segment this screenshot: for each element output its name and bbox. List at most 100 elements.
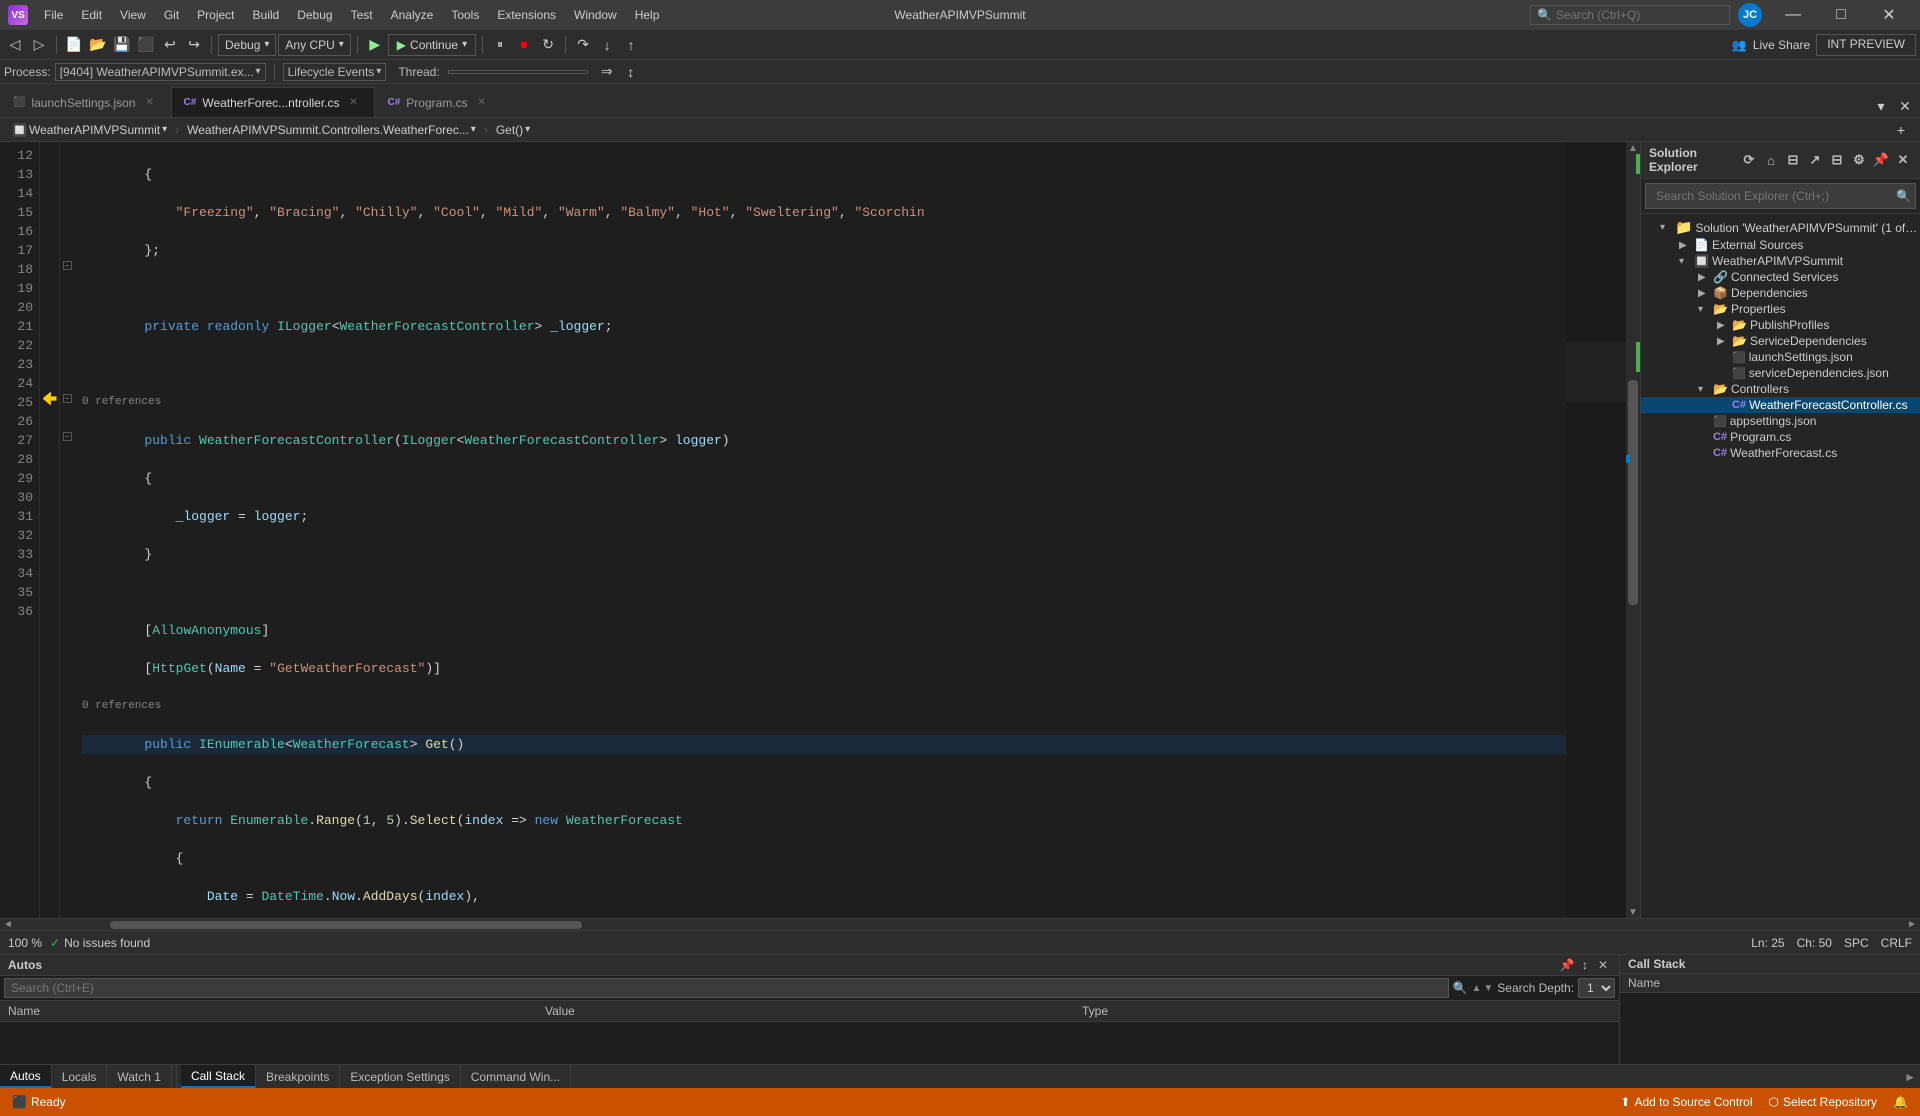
h-scroll-thumb[interactable]: [110, 921, 582, 929]
new-file-button[interactable]: 📄: [63, 34, 85, 56]
scroll-down-button[interactable]: ▼: [1626, 906, 1640, 918]
menu-extensions[interactable]: Extensions: [489, 4, 564, 26]
tab-overflow-button[interactable]: ▾: [1870, 95, 1892, 117]
tree-service-dependencies-json[interactable]: ⬛ serviceDependencies.json: [1641, 365, 1920, 381]
expand-button[interactable]: +: [1890, 119, 1912, 141]
ready-status[interactable]: ⬛ Ready: [8, 1095, 70, 1109]
depth-dropdown[interactable]: 123: [1578, 978, 1615, 998]
se-search-input[interactable]: [1650, 186, 1896, 206]
open-file-button[interactable]: 📂: [87, 34, 109, 56]
tree-external-sources[interactable]: ▶ 📄 External Sources: [1641, 237, 1920, 253]
tab-close-program[interactable]: ✕: [474, 95, 490, 111]
tree-weather-forecast-cs[interactable]: C# WeatherForecast.cs: [1641, 445, 1920, 461]
tab-program[interactable]: C# Program.cs ✕: [375, 87, 503, 117]
debug-config-dropdown[interactable]: Debug ▾: [218, 34, 276, 56]
se-pin-button[interactable]: 📌: [1872, 151, 1890, 169]
se-preview-button[interactable]: ↗: [1806, 151, 1824, 169]
menu-debug[interactable]: Debug: [289, 4, 340, 26]
save-button[interactable]: 💾: [111, 34, 133, 56]
collapse-18[interactable]: −: [60, 256, 74, 275]
tree-appsettings[interactable]: ⬛ appsettings.json: [1641, 413, 1920, 429]
menu-test[interactable]: Test: [343, 4, 381, 26]
collapse-25[interactable]: −: [60, 389, 74, 408]
tree-solution[interactable]: ▾ 📁 Solution 'WeatherAPIMVPSummit' (1 of…: [1641, 218, 1920, 237]
autos-pin-button[interactable]: 📌: [1559, 957, 1575, 973]
tree-dependencies[interactable]: ▶ 📦 Dependencies: [1641, 285, 1920, 301]
menu-analyze[interactable]: Analyze: [383, 4, 442, 26]
select-repo-button[interactable]: ⬡ Select Repository: [1765, 1095, 1882, 1109]
scroll-left-button[interactable]: ◄: [0, 919, 16, 931]
step-into-button[interactable]: ↓: [596, 34, 618, 56]
source-control-button[interactable]: ⬆ Add to Source Control: [1616, 1095, 1756, 1109]
zoom-level[interactable]: 100 %: [8, 936, 42, 950]
tree-project[interactable]: ▾ 🔲 WeatherAPIMVPSummit: [1641, 253, 1920, 269]
horizontal-scrollbar[interactable]: ◄ ►: [0, 918, 1920, 930]
tab-close-all-button[interactable]: ✕: [1894, 95, 1916, 117]
project-dropdown[interactable]: 🔲 WeatherAPIMVPSummit ▾: [8, 122, 171, 138]
undo-button[interactable]: ↩: [159, 34, 181, 56]
scroll-up-button[interactable]: ▲: [1626, 142, 1640, 154]
menu-file[interactable]: File: [36, 4, 71, 26]
scroll-thumb[interactable]: [1628, 380, 1638, 606]
user-avatar[interactable]: JC: [1738, 3, 1762, 27]
title-search[interactable]: 🔍: [1530, 5, 1730, 25]
autos-close-button[interactable]: ✕: [1595, 957, 1611, 973]
int-preview-button[interactable]: INT PREVIEW: [1816, 34, 1916, 56]
lifecycle-events-dropdown[interactable]: Lifecycle Events ▾: [283, 63, 387, 81]
tree-program-cs[interactable]: C# Program.cs: [1641, 429, 1920, 445]
process-dropdown[interactable]: [9404] WeatherAPIMVPSummit.ex... ▾: [55, 63, 266, 81]
se-sync-button[interactable]: ⟳: [1740, 151, 1758, 169]
method-dropdown[interactable]: Get() ▾: [492, 122, 534, 138]
autos-search-input[interactable]: [4, 978, 1449, 998]
tab-breakpoints[interactable]: Breakpoints: [256, 1065, 340, 1088]
up-arrow-button[interactable]: ▲: [1471, 983, 1481, 994]
tab-launch-settings[interactable]: ⬛ launchSettings.json ✕: [0, 87, 171, 117]
cpu-dropdown[interactable]: Any CPU ▾: [278, 34, 350, 56]
tab-call-stack[interactable]: Call Stack: [181, 1065, 256, 1088]
debug-step-btn2[interactable]: ↕: [620, 61, 642, 83]
tab-scroll-right[interactable]: ►: [1900, 1070, 1920, 1084]
namespace-dropdown[interactable]: WeatherAPIMVPSummit.Controllers.WeatherF…: [183, 122, 480, 138]
collapse-27[interactable]: −: [60, 427, 74, 446]
menu-build[interactable]: Build: [245, 4, 288, 26]
se-settings-button[interactable]: ⚙: [1850, 151, 1868, 169]
autos-move-button[interactable]: ↕: [1577, 957, 1593, 973]
tree-properties[interactable]: ▾ 📂 Properties: [1641, 301, 1920, 317]
se-home-button[interactable]: ⌂: [1762, 151, 1780, 169]
stop-button[interactable]: ⏹: [513, 34, 535, 56]
menu-git[interactable]: Git: [156, 4, 187, 26]
tree-weather-controller[interactable]: C# WeatherForecastController.cs: [1641, 397, 1920, 413]
tree-controllers[interactable]: ▾ 📂 Controllers: [1641, 381, 1920, 397]
menu-tools[interactable]: Tools: [443, 4, 487, 26]
menu-project[interactable]: Project: [189, 4, 242, 26]
se-collapse-button[interactable]: ⊟: [1828, 151, 1846, 169]
tree-connected-services[interactable]: ▶ 🔗 Connected Services: [1641, 269, 1920, 285]
step-over-button[interactable]: ↷: [572, 34, 594, 56]
vertical-scrollbar[interactable]: ▲ ▼: [1626, 142, 1640, 918]
continue-button[interactable]: ▶ Continue ▾: [388, 34, 476, 56]
se-filter-button[interactable]: ⊟: [1784, 151, 1802, 169]
back-button[interactable]: ◁: [4, 34, 26, 56]
menu-help[interactable]: Help: [627, 4, 668, 26]
notification-button[interactable]: 🔔: [1889, 1095, 1912, 1109]
menu-edit[interactable]: Edit: [73, 4, 110, 26]
maximize-button[interactable]: □: [1818, 0, 1864, 30]
tab-command-window[interactable]: Command Win...: [461, 1065, 571, 1088]
code-editor[interactable]: { "Freezing", "Bracing", "Chilly", "Cool…: [74, 142, 1566, 918]
save-all-button[interactable]: ⬛: [135, 34, 157, 56]
menu-view[interactable]: View: [112, 4, 154, 26]
live-share-label[interactable]: Live Share: [1753, 38, 1810, 52]
tab-autos[interactable]: Autos: [0, 1065, 52, 1088]
redo-button[interactable]: ↪: [183, 34, 205, 56]
pause-button[interactable]: ⏸: [489, 34, 511, 56]
tab-close-controller[interactable]: ✕: [346, 95, 362, 111]
debug-step-btn[interactable]: ⇒: [596, 61, 618, 83]
menu-window[interactable]: Window: [566, 4, 625, 26]
search-input[interactable]: [1556, 8, 1706, 22]
scroll-track[interactable]: [1626, 154, 1640, 906]
forward-button[interactable]: ▷: [28, 34, 50, 56]
tab-close-launch[interactable]: ✕: [142, 95, 158, 111]
tab-watch1[interactable]: Watch 1: [107, 1065, 172, 1088]
tree-launch-settings[interactable]: ⬛ launchSettings.json: [1641, 349, 1920, 365]
scroll-right-button[interactable]: ►: [1904, 919, 1920, 931]
